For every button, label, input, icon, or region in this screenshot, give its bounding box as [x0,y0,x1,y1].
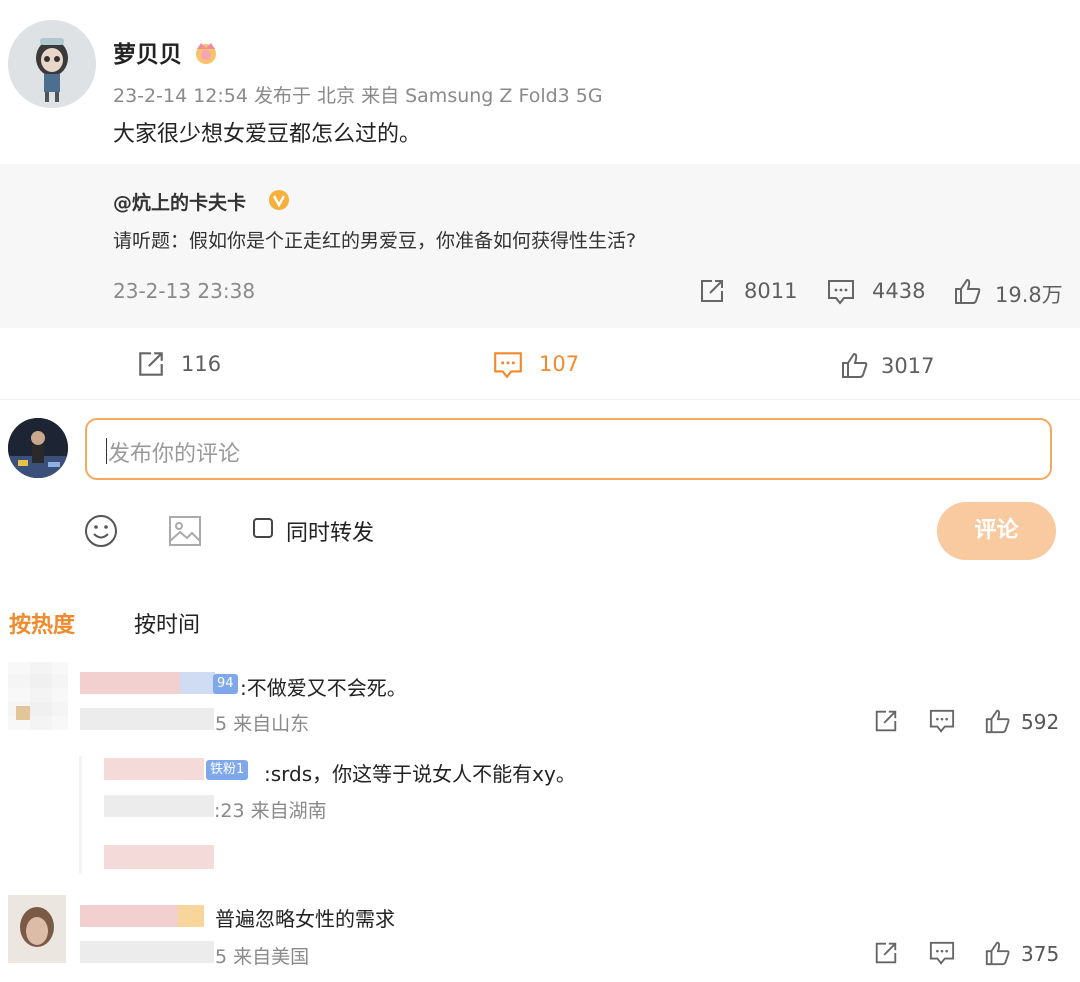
like-icon[interactable] [984,939,1012,967]
comment-icon[interactable] [492,350,524,380]
comment-meta-blur [80,708,214,730]
crown-badge-icon [192,39,220,65]
comment-meta: 5 来自美国 [215,946,310,968]
comment-icon[interactable] [826,278,856,306]
commenter-badge-blur [178,905,204,927]
reply-author-name[interactable] [104,758,204,780]
quoted-text: 请听题：假如你是个正走红的男爱豆，你准备如何获得性生活? [113,230,637,252]
commenter-avatar[interactable] [8,662,68,730]
like-icon[interactable] [953,277,983,305]
author-name[interactable]: 萝贝贝 [113,35,182,69]
comment-icon[interactable] [928,708,956,734]
fan-badge: 铁粉1 [206,760,249,780]
repost-icon[interactable] [873,708,899,734]
comment-text: :不做爱又不会死。 [240,676,407,700]
repost-icon[interactable] [136,349,166,379]
post-text: 大家很少想女爱豆都怎么过的。 [113,122,422,147]
verified-icon [268,189,290,211]
author-avatar[interactable] [8,20,96,108]
comment-like-count[interactable]: 375 [1021,942,1059,966]
comment-placeholder: 发布你的评论 [108,442,241,467]
reply-text: :srds，你这等于说女人不能有xy。 [264,762,576,786]
quoted-author[interactable]: @炕上的卡夫卡 [113,188,246,215]
more-replies-link[interactable] [104,845,214,869]
comment-input[interactable]: 发布你的评论 [85,418,1052,480]
reply-meta-blur [104,795,214,817]
like-icon[interactable] [984,707,1012,735]
repost-count[interactable]: 116 [181,352,221,376]
repost-checkbox-label[interactable]: 同时转发 [286,515,374,547]
comment-meta-blur [80,941,214,963]
quoted-date: 23-2-13 23:38 [113,279,256,303]
reply-thread-bar [79,756,82,874]
image-icon[interactable] [168,515,202,547]
submit-label: 评论 [974,518,1019,543]
repost-checkbox[interactable] [253,518,273,538]
comment-text: 普遍忽略女性的需求 [215,907,395,931]
text-cursor [106,438,107,464]
quoted-post[interactable]: @炕上的卡夫卡 请听题：假如你是个正走红的男爱豆，你准备如何获得性生活? 23-… [0,164,1080,328]
comment-icon[interactable] [928,940,956,966]
commenter-avatar[interactable] [8,895,66,963]
quoted-comment-count[interactable]: 4438 [872,279,925,303]
reply-meta: :23 来自湖南 [214,800,327,822]
post-meta: 23-2-14 12:54 发布于 北京 来自 Samsung Z Fold3 … [113,85,603,107]
comment-count[interactable]: 107 [539,352,579,376]
like-icon[interactable] [840,350,870,380]
quoted-repost-count[interactable]: 8011 [744,279,797,303]
user-avatar[interactable] [8,418,68,478]
submit-comment-button[interactable]: 评论 [937,502,1056,560]
emoji-icon[interactable] [84,514,118,548]
fan-badge: 94 [213,674,238,694]
comment-meta: 5 来自山东 [215,713,310,735]
tab-sort-hot[interactable]: 按热度 [9,607,75,639]
commenter-name-blur [180,672,215,694]
like-count[interactable]: 3017 [881,354,934,378]
comment-like-count[interactable]: 592 [1021,710,1059,734]
repost-icon[interactable] [698,277,726,305]
tab-sort-time[interactable]: 按时间 [134,607,200,639]
commenter-name[interactable] [80,905,180,927]
divider [0,399,1080,400]
quoted-like-count[interactable]: 19.8万 [995,279,1063,309]
repost-icon[interactable] [873,940,899,966]
commenter-name[interactable] [80,672,180,694]
